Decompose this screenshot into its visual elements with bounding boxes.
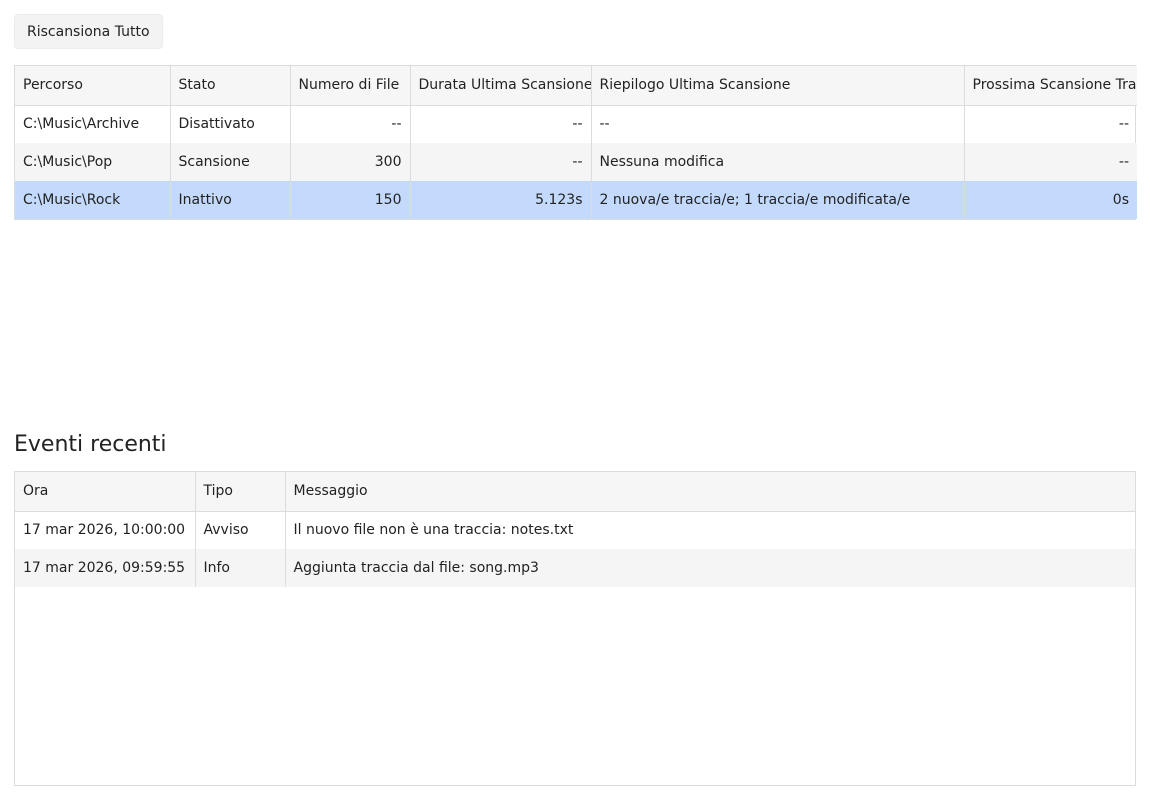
source-path: C:\Music\Pop — [15, 143, 171, 181]
source-next-scan: -- — [964, 143, 1137, 181]
events-header-row: Ora Tipo Messaggio — [15, 472, 1135, 512]
source-file-count: 300 — [290, 143, 411, 181]
source-last-summary: Nessuna modifica — [591, 143, 965, 181]
rescan-all-button[interactable]: Riscansiona Tutto — [14, 14, 163, 49]
event-message: Il nuovo file non è una traccia: notes.t… — [293, 522, 574, 539]
column-header-path[interactable]: Percorso — [15, 66, 171, 106]
event-row[interactable]: 17 mar 2026, 09:59:55 Info Aggiunta trac… — [15, 549, 1135, 587]
column-header-status[interactable]: Stato — [170, 66, 291, 106]
source-last-duration: 5.123s — [410, 181, 592, 219]
source-status: Scansione — [170, 143, 291, 181]
source-path: C:\Music\Archive — [15, 105, 171, 143]
source-last-duration: -- — [410, 143, 592, 181]
events-table: Ora Tipo Messaggio 17 mar 2026, 10:00:00… — [15, 472, 1135, 587]
source-last-duration: -- — [410, 105, 592, 143]
source-next-scan: -- — [1118, 116, 1129, 133]
source-last-summary: 2 nuova/e traccia/e; 1 traccia/e modific… — [591, 181, 965, 219]
source-row[interactable]: C:\Music\Pop Scansione 300 -- Nessuna mo… — [15, 143, 1137, 181]
source-path: C:\Music\Rock — [15, 181, 171, 219]
event-type: Info — [195, 549, 286, 587]
sources-table-container: Percorso Stato Numero di File Durata Ult… — [14, 65, 1137, 220]
source-file-count: 150 — [290, 181, 411, 219]
column-header-file-count[interactable]: Numero di File — [290, 66, 411, 106]
column-header-next-scan[interactable]: Prossima Scansione Tra — [964, 66, 1137, 106]
recent-events-title: Eventi recenti — [14, 432, 167, 457]
event-type: Avviso — [195, 511, 286, 549]
source-row[interactable]: C:\Music\Archive Disattivato -- -- -- -- — [15, 105, 1137, 143]
source-status: Inattivo — [170, 181, 291, 219]
event-row[interactable]: 17 mar 2026, 10:00:00 Avviso Il nuovo fi… — [15, 511, 1135, 549]
events-table-container: Ora Tipo Messaggio 17 mar 2026, 10:00:00… — [14, 471, 1136, 786]
source-status: Disattivato — [170, 105, 291, 143]
sources-header-row: Percorso Stato Numero di File Durata Ult… — [15, 66, 1137, 106]
column-header-last-duration[interactable]: Durata Ultima Scansione — [410, 66, 592, 106]
source-last-summary: -- — [591, 105, 965, 143]
column-header-time[interactable]: Ora — [15, 472, 196, 512]
column-header-type[interactable]: Tipo — [195, 472, 286, 512]
event-time: 17 mar 2026, 09:59:55 — [15, 549, 196, 587]
column-header-message[interactable]: Messaggio — [285, 472, 1135, 512]
source-next-scan: 0s — [964, 181, 1137, 219]
source-file-count: -- — [290, 105, 411, 143]
event-time: 17 mar 2026, 10:00:00 — [15, 511, 196, 549]
sources-table: Percorso Stato Numero di File Durata Ult… — [15, 66, 1137, 219]
source-row[interactable]: C:\Music\Rock Inattivo 150 5.123s 2 nuov… — [15, 181, 1137, 219]
column-header-last-summary[interactable]: Riepilogo Ultima Scansione — [591, 66, 965, 106]
event-message: Aggiunta traccia dal file: song.mp3 — [285, 549, 1135, 587]
